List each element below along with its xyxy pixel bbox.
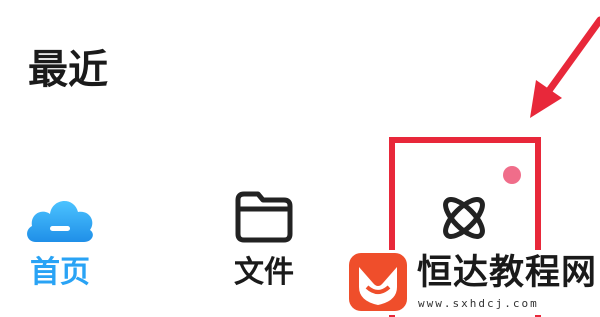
- tab-files[interactable]: 文件: [204, 180, 324, 310]
- cloud-home-icon: [22, 186, 98, 254]
- tab-files-label: 文件: [234, 255, 294, 290]
- tab-home[interactable]: 首页: [0, 180, 120, 310]
- section-title-recent: 最近: [28, 47, 108, 93]
- folder-icon: [232, 186, 296, 250]
- watermark: 恒达教程网 www.sxhdcj.com: [342, 250, 600, 315]
- watermark-url: www.sxhdcj.com: [418, 297, 539, 310]
- brand-logo-icon: [349, 253, 407, 311]
- watermark-brand: 恒达教程网: [417, 253, 598, 293]
- tab-home-label: 首页: [30, 255, 90, 290]
